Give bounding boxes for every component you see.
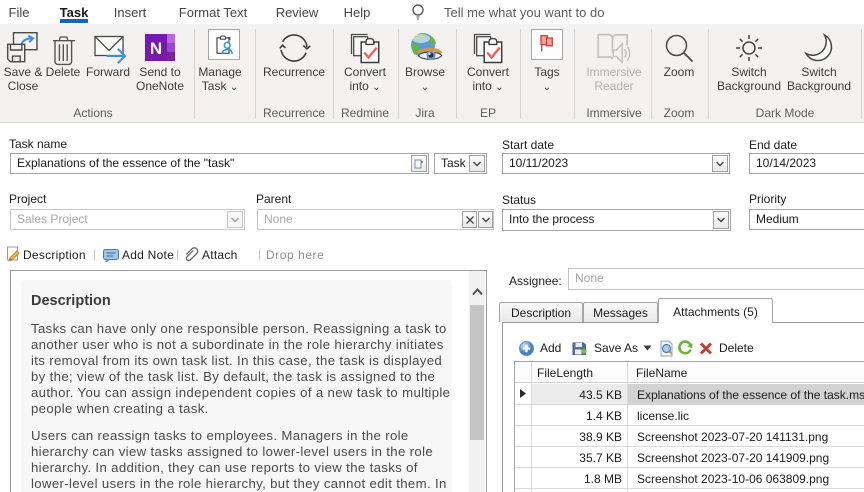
svg-text:N: N	[150, 39, 162, 58]
